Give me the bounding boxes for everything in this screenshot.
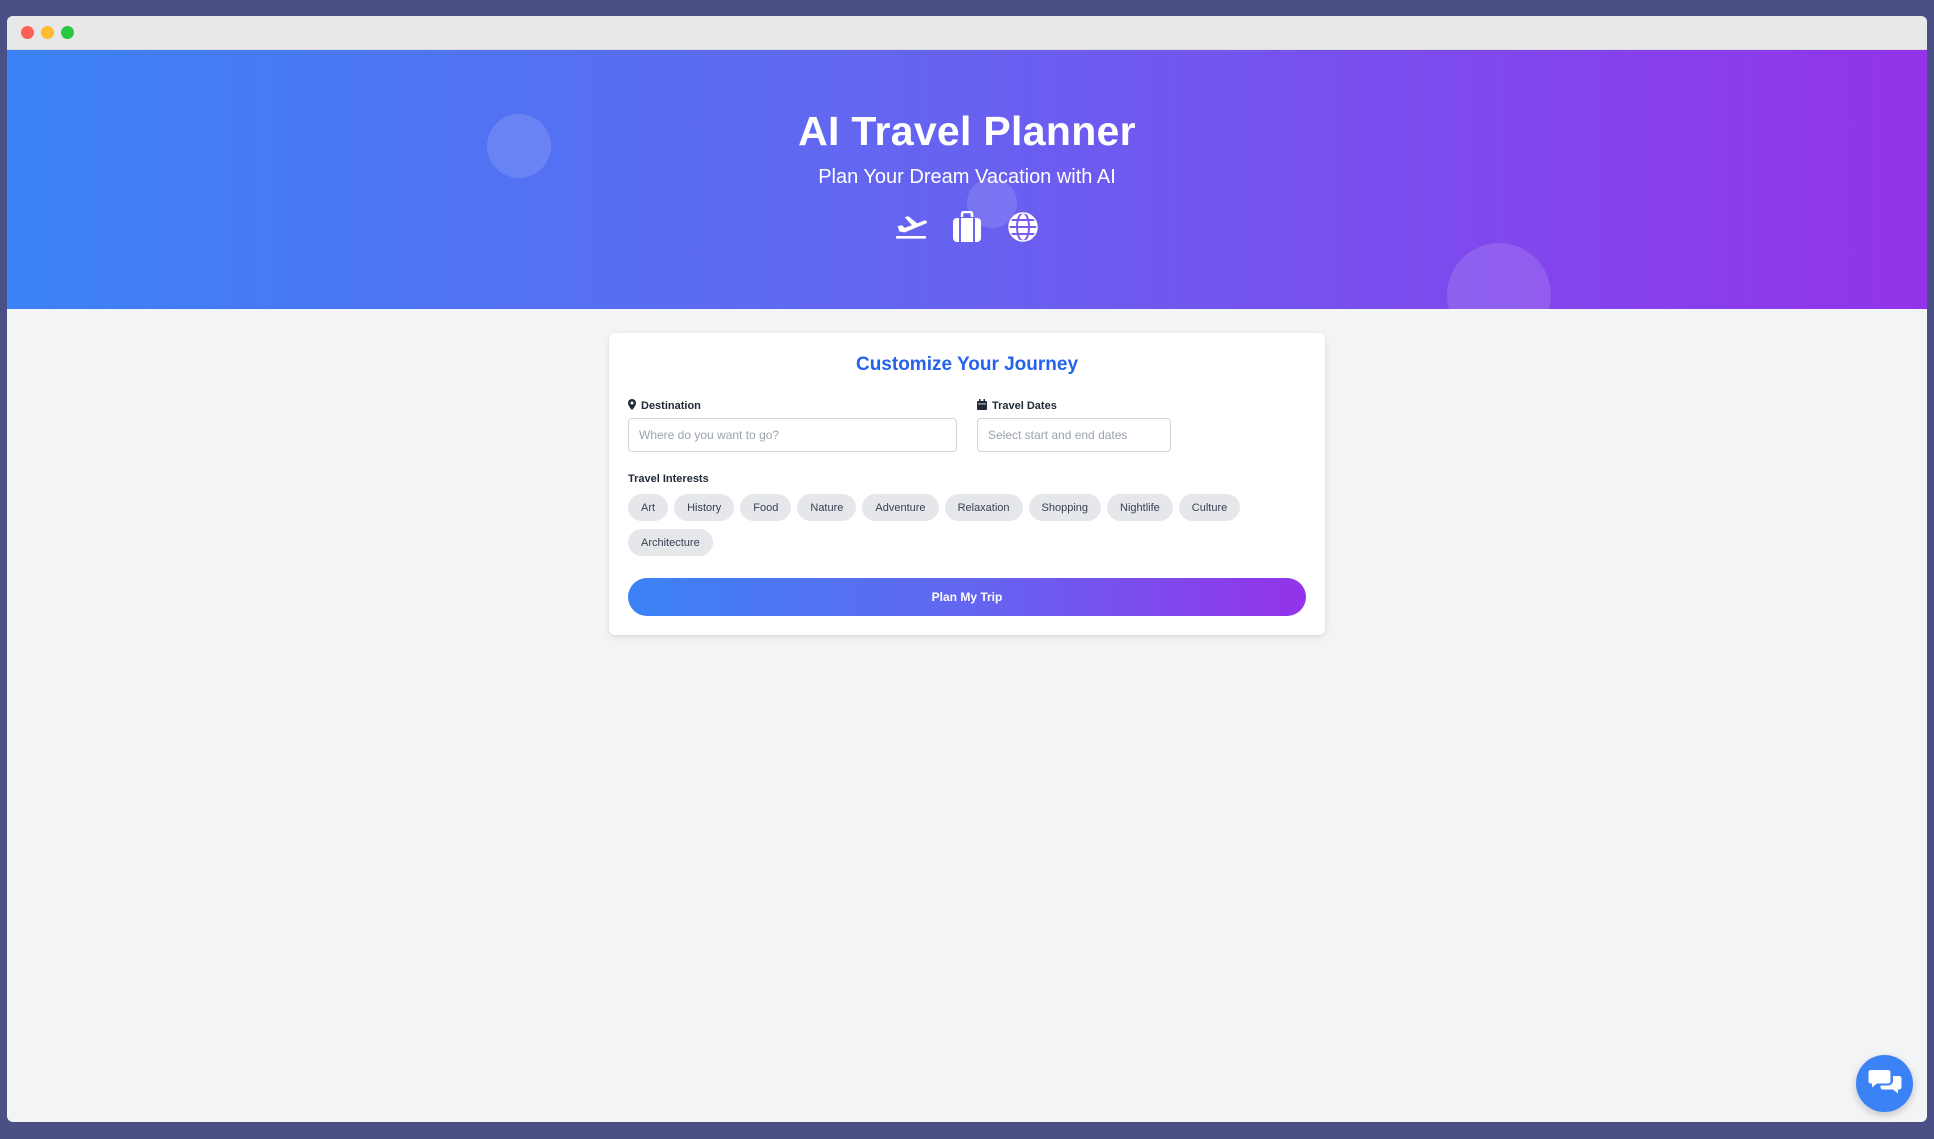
travel-interests-label: Travel Interests: [628, 473, 709, 485]
interest-chip-relaxation[interactable]: Relaxation: [944, 494, 1023, 521]
interest-chip-history[interactable]: History: [674, 494, 735, 521]
destination-label: Destination: [628, 399, 701, 413]
page-title: AI Travel Planner: [798, 108, 1136, 154]
trip-form-card: Customize Your Journey Destination T: [609, 333, 1325, 635]
form-title: Customize Your Journey: [855, 354, 1079, 375]
travel-dates-input[interactable]: [977, 418, 1171, 452]
interest-chip-architecture[interactable]: Architecture: [628, 529, 713, 556]
chat-button[interactable]: [1856, 1055, 1913, 1112]
decorative-circle: [1447, 243, 1551, 309]
interest-chip-adventure[interactable]: Adventure: [862, 494, 939, 521]
calendar-icon: [977, 399, 987, 413]
hero-banner: AI Travel Planner Plan Your Dream Vacati…: [7, 50, 1927, 309]
travel-dates-label: Travel Dates: [977, 399, 1057, 413]
hero-icon-row: [7, 210, 1927, 244]
interest-chip-food[interactable]: Food: [740, 494, 792, 521]
page-subtitle: Plan Your Dream Vacation with AI: [818, 166, 1116, 188]
destination-label-text: Destination: [641, 400, 701, 412]
interest-chip-nightlife[interactable]: Nightlife: [1107, 494, 1173, 521]
interest-chip-culture[interactable]: Culture: [1178, 494, 1241, 521]
interest-chip-shopping[interactable]: Shopping: [1028, 494, 1102, 521]
interest-chip-list: Art History Food Nature Adventure Relaxa…: [628, 494, 1308, 556]
globe-icon: [1006, 210, 1040, 244]
destination-input[interactable]: [628, 418, 957, 452]
plane-departure-icon: [894, 210, 928, 244]
suitcase-icon: [950, 210, 984, 244]
minimize-window-button[interactable]: [41, 26, 54, 39]
maximize-window-button[interactable]: [61, 26, 74, 39]
plan-my-trip-button[interactable]: Plan My Trip: [628, 578, 1306, 616]
chat-bubbles-icon: [1868, 1067, 1902, 1100]
window-titlebar: [7, 16, 1927, 50]
map-marker-icon: [628, 399, 636, 413]
browser-window: AI Travel Planner Plan Your Dream Vacati…: [7, 16, 1927, 1122]
interest-chip-nature[interactable]: Nature: [797, 494, 857, 521]
close-window-button[interactable]: [21, 26, 34, 39]
travel-dates-label-text: Travel Dates: [992, 400, 1057, 412]
interest-chip-art[interactable]: Art: [628, 494, 669, 521]
